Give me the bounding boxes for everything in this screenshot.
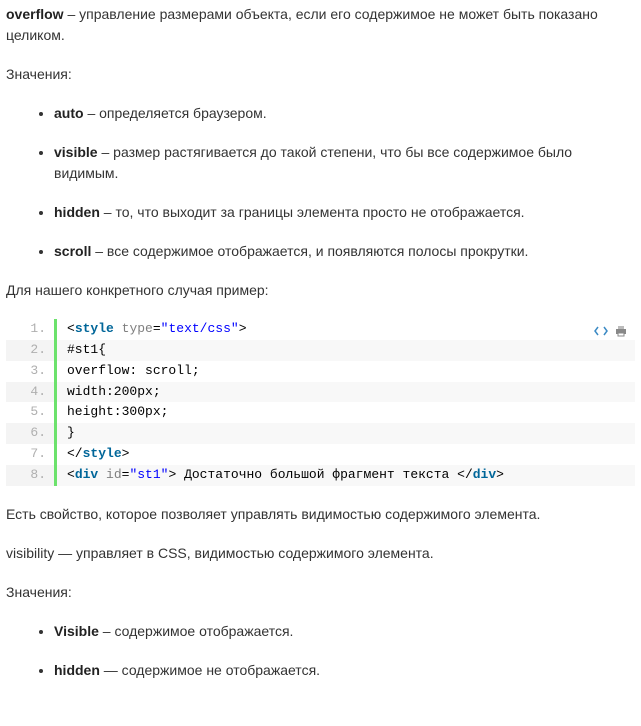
code-toolbar <box>593 323 629 339</box>
values-heading-2: Значения: <box>6 582 635 603</box>
list-item: Visible – содержимое отображается. <box>54 621 635 642</box>
code-content: } <box>56 423 636 444</box>
line-number: 7. <box>6 444 56 465</box>
intro-desc: – управление размерами объекта, если его… <box>6 6 598 43</box>
code-line: 7.</style> <box>6 444 635 465</box>
line-number: 3. <box>6 361 56 382</box>
value-desc: – все содержимое отображается, и появляю… <box>91 243 528 259</box>
list-item: hidden — содержимое не отображается. <box>54 660 635 681</box>
code-line: 6.} <box>6 423 635 444</box>
code-block: 1.<style type="text/css">2.#st1{3.overfl… <box>6 319 635 486</box>
code-line: 8.<div id="st1"> Достаточно большой фраг… <box>6 465 635 486</box>
term-overflow: overflow <box>6 6 64 22</box>
code-content: height:300px; <box>56 402 636 423</box>
values-list-1: auto – определяется браузером. visible –… <box>6 103 635 262</box>
code-content: </style> <box>56 444 636 465</box>
line-number: 6. <box>6 423 56 444</box>
value-term: scroll <box>54 243 91 259</box>
line-number: 8. <box>6 465 56 486</box>
paragraph-visibility-intro: Есть свойство, которое позволяет управля… <box>6 504 635 525</box>
value-desc: – то, что выходит за границы элемента пр… <box>100 204 525 220</box>
values-list-2: Visible – содержимое отображается. hidde… <box>6 621 635 681</box>
code-line: 5.height:300px; <box>6 402 635 423</box>
code-content: width:200px; <box>56 382 636 403</box>
example-label: Для нашего конкретного случая пример: <box>6 280 635 301</box>
list-item: auto – определяется браузером. <box>54 103 635 124</box>
values-heading-1: Значения: <box>6 64 635 85</box>
code-content: overflow: scroll; <box>56 361 636 382</box>
code-content: #st1{ <box>56 340 636 361</box>
code-content: <style type="text/css"> <box>56 319 636 340</box>
code-table: 1.<style type="text/css">2.#st1{3.overfl… <box>6 319 635 486</box>
list-item: scroll – все содержимое отображается, и … <box>54 241 635 262</box>
code-line: 4.width:200px; <box>6 382 635 403</box>
code-line: 1.<style type="text/css"> <box>6 319 635 340</box>
line-number: 1. <box>6 319 56 340</box>
value-term: hidden <box>54 204 100 220</box>
value-desc: – размер растягивается до такой степени,… <box>54 144 572 181</box>
line-number: 2. <box>6 340 56 361</box>
value-desc: – содержимое отображается. <box>99 623 294 639</box>
value-term: visible <box>54 144 98 160</box>
print-icon[interactable] <box>613 323 629 339</box>
value-term: hidden <box>54 662 100 678</box>
line-number: 5. <box>6 402 56 423</box>
paragraph-visibility-def: visibility — управляет в CSS, видимостью… <box>6 543 635 564</box>
view-source-icon[interactable] <box>593 323 609 339</box>
value-desc: – определяется браузером. <box>84 105 267 121</box>
line-number: 4. <box>6 382 56 403</box>
intro-paragraph: overflow – управление размерами объекта,… <box>6 4 635 46</box>
list-item: hidden – то, что выходит за границы элем… <box>54 202 635 223</box>
code-line: 3.overflow: scroll; <box>6 361 635 382</box>
value-desc: — содержимое не отображается. <box>100 662 320 678</box>
code-content: <div id="st1"> Достаточно большой фрагме… <box>56 465 636 486</box>
value-term: Visible <box>54 623 99 639</box>
value-term: auto <box>54 105 84 121</box>
list-item: visible – размер растягивается до такой … <box>54 142 635 184</box>
code-line: 2.#st1{ <box>6 340 635 361</box>
